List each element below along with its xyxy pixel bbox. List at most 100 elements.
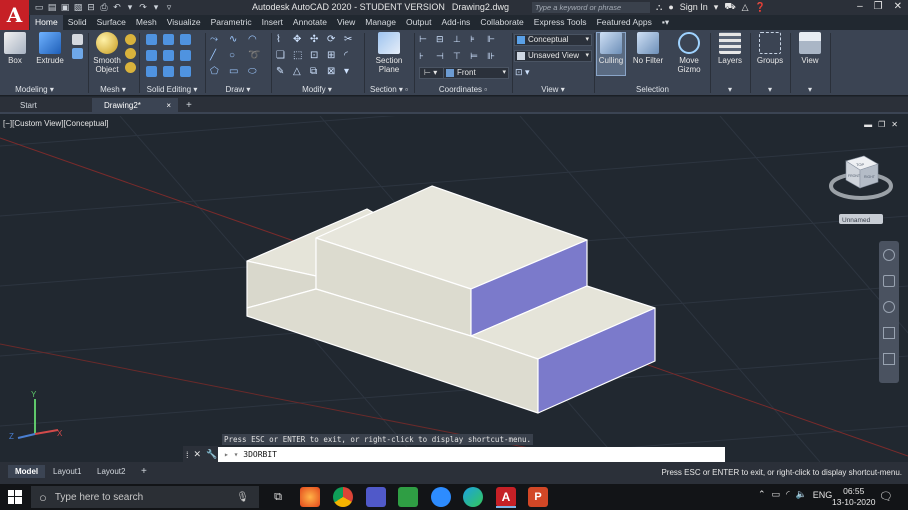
panel-mesh-label[interactable]: Mesh ▾ [89, 85, 137, 94]
union-icon[interactable] [146, 34, 157, 45]
box-button[interactable]: Box [3, 32, 27, 65]
mesh-refine-icon[interactable] [125, 48, 136, 59]
save-icon[interactable]: ▣ [60, 2, 70, 12]
mesh-sphere-icon[interactable] [125, 34, 136, 45]
ucs-y-icon[interactable]: ⊪ [487, 51, 500, 62]
close-tab-icon[interactable]: × [166, 98, 171, 113]
ucs-z-icon[interactable]: ⊩ [487, 34, 500, 45]
scale-icon[interactable]: ⊞ [327, 50, 340, 61]
web-save-icon[interactable]: ⊟ [86, 2, 96, 12]
tab-collaborate[interactable]: Collaborate [475, 15, 528, 30]
thicken-icon[interactable] [163, 50, 174, 61]
ucs-view-icon[interactable]: ⊦ [419, 51, 432, 62]
autocad-taskbar-icon[interactable]: A [496, 487, 516, 507]
groups-dropdown-icon[interactable]: ▾ [751, 85, 789, 94]
command-input[interactable]: ▸ ▾ 3DORBIT [218, 447, 725, 462]
move-icon[interactable]: ✣ [310, 34, 323, 45]
line-icon[interactable]: ╱ [210, 50, 224, 61]
minimize-icon[interactable]: – [857, 1, 863, 12]
view-dropdown-icon[interactable]: ▾ [791, 85, 829, 94]
taskbar-search-box[interactable]: ○ Type here to search 🎙 [31, 486, 259, 508]
slice-icon[interactable] [163, 34, 174, 45]
tab-annotate[interactable]: Annotate [288, 15, 332, 30]
panel-coordinates-label[interactable]: Coordinates ▫ [415, 85, 511, 94]
redo-dropdown-icon[interactable]: ▾ [151, 2, 161, 12]
autocad-logo-button[interactable]: A [0, 0, 29, 30]
interfere-icon[interactable] [180, 34, 191, 45]
panel-draw-label[interactable]: Draw ▾ [206, 85, 270, 94]
tab-start[interactable]: Start [8, 98, 88, 113]
save-as-icon[interactable]: ▧ [73, 2, 83, 12]
ucs-origin-icon[interactable]: ⊥ [453, 34, 466, 45]
viewport-close-icon[interactable]: ✕ [891, 120, 898, 129]
open-icon[interactable]: ▤ [47, 2, 57, 12]
helix-icon[interactable]: ➰ [248, 50, 262, 61]
new-icon[interactable]: ▭ [34, 2, 44, 12]
mesh-crease-icon[interactable] [125, 62, 136, 73]
model-space-canvas[interactable]: Y X Z TOP FRONT RIGHT Unnamed [0, 116, 908, 462]
circle-icon[interactable]: ○ [229, 50, 243, 61]
view-front-combo[interactable]: Front ▾ [443, 67, 509, 79]
layers-button[interactable]: Layers [714, 32, 746, 65]
a360-icon[interactable]: △ [742, 2, 749, 13]
extrude-button[interactable]: Extrude [34, 32, 66, 65]
extract-edges-icon[interactable] [180, 50, 191, 61]
user-icon[interactable]: ● [668, 2, 673, 12]
tab-drawing2[interactable]: Drawing2* × [92, 98, 178, 113]
section-plane-button[interactable]: Section Plane [371, 32, 407, 74]
panel-view-label[interactable]: View ▾ [513, 85, 593, 94]
ucs-icon[interactable]: ⊢ [419, 34, 432, 45]
ellipse-icon[interactable]: ⬭ [248, 66, 262, 77]
tab-solid[interactable]: Solid [63, 15, 92, 30]
panel-section-label[interactable]: Section ▾ ▫ [365, 85, 413, 94]
ribbon-toggle-icon[interactable]: ▪▾ [657, 15, 674, 30]
move-gizmo-button[interactable]: Move Gizmo [673, 32, 705, 74]
3d-align-icon[interactable]: ⬚ [293, 50, 306, 61]
viewport-config-icon[interactable]: ⊡ ▾ [515, 67, 530, 78]
polygon-icon[interactable]: ⬠ [210, 66, 224, 77]
3d-move-icon[interactable]: ✥ [293, 34, 306, 45]
arc-icon[interactable]: ◠ [248, 34, 262, 45]
panel-modify-label[interactable]: Modify ▾ [272, 85, 362, 94]
binoculars-icon[interactable]: ⛬ [656, 2, 662, 13]
stretch-icon[interactable]: ⊡ [310, 50, 323, 61]
app-icon[interactable] [398, 487, 418, 507]
intersect-icon[interactable] [146, 66, 157, 77]
teams-icon[interactable] [366, 487, 386, 507]
cart-icon[interactable]: ⛟ [724, 1, 735, 13]
edge-icon[interactable] [463, 487, 483, 507]
viewcube[interactable]: TOP FRONT RIGHT Unnamed [829, 155, 893, 224]
groups-button[interactable]: Groups [754, 32, 786, 65]
tab-output[interactable]: Output [401, 15, 437, 30]
chrome-icon[interactable] [333, 487, 353, 507]
visual-style-combo[interactable]: Conceptual ▾ [514, 34, 592, 46]
smooth-object-button[interactable]: Smooth Object [91, 32, 123, 74]
tab-visualize[interactable]: Visualize [162, 15, 206, 30]
tab-model[interactable]: Model [8, 465, 46, 478]
layers-dropdown-icon[interactable]: ▾ [711, 85, 749, 94]
tab-layout1[interactable]: Layout1 [46, 465, 88, 478]
powerpoint-icon[interactable]: P [528, 487, 548, 507]
no-filter-button[interactable]: No Filter [631, 32, 665, 65]
orbit-icon[interactable] [883, 327, 895, 339]
command-grip-icon[interactable]: ⁞ [186, 450, 189, 460]
zoom-icon[interactable] [883, 301, 895, 313]
undo-dropdown-icon[interactable]: ▾ [125, 2, 135, 12]
ucs-x-icon[interactable]: ⊨ [470, 51, 483, 62]
notification-icon[interactable]: 🗨 [879, 490, 893, 503]
viewport-restore-icon[interactable]: ❐ [878, 120, 885, 129]
polysolid-icon[interactable] [72, 34, 83, 45]
ucs-3point-icon[interactable]: ⊧ [470, 34, 483, 45]
view-button[interactable]: View [794, 32, 826, 65]
tray-chevron-icon[interactable]: ⌃ [758, 489, 766, 500]
fillet-icon[interactable]: ◜ [344, 50, 357, 61]
spline-icon[interactable]: ∿ [229, 34, 243, 45]
tab-express-tools[interactable]: Express Tools [529, 15, 592, 30]
panel-solid-editing-label[interactable]: Solid Editing ▾ [140, 85, 204, 94]
sign-in-link[interactable]: Sign In [680, 2, 708, 12]
trim-icon[interactable]: ⌇ [276, 34, 289, 45]
panel-selection-label[interactable]: Selection [595, 85, 710, 94]
language-indicator[interactable]: ENG [813, 490, 833, 500]
ucs-face-icon[interactable]: ⊤ [453, 51, 466, 62]
firefox-icon[interactable] [300, 487, 320, 507]
